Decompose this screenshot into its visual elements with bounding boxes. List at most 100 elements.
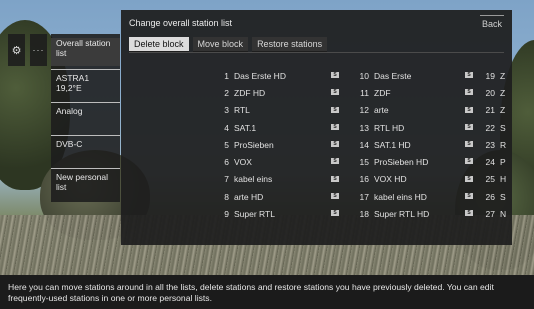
sidebar-item-astra1[interactable]: ASTRA1 19,2°E (51, 69, 120, 102)
station-number: 7 (224, 174, 229, 185)
gear-glyph: ⚙ (11, 44, 22, 57)
sidebar-item-dvb-c[interactable]: DVB-C (51, 135, 120, 168)
sidebar-item-new-personal-list[interactable]: New personal list (51, 168, 120, 202)
station-name: Z (500, 105, 506, 116)
station-name: Z (500, 87, 506, 98)
station-name: SAT.1 (234, 122, 257, 133)
scrambled-badge-icon: S (331, 72, 339, 78)
station-row[interactable]: 9 Super RTL S (221, 205, 339, 222)
station-row[interactable]: 14 SAT.1 HD S (357, 136, 473, 153)
scrambled-badge-icon: S (465, 175, 473, 182)
station-name: P (500, 157, 506, 168)
scrambled-badge-icon: S (465, 72, 473, 78)
station-row[interactable]: 20 Z (483, 84, 523, 101)
station-name: S (500, 191, 506, 202)
station-column-1: 1 Das Erste HD S 2 ZDF HD S 3 RTL S 4 SAT.1 S 5 ProSi… (221, 67, 339, 223)
scrambled-badge-icon: S (331, 123, 339, 130)
station-number: 24 (485, 157, 495, 168)
sidebar-item-label: Analog (56, 106, 83, 116)
station-number: 16 (359, 174, 369, 185)
station-number: 15 (359, 157, 369, 168)
scrambled-badge-icon: S (465, 193, 473, 200)
station-number: 17 (359, 191, 369, 202)
station-row[interactable]: 25 H (483, 171, 523, 188)
station-row[interactable]: 11 ZDF S (357, 84, 473, 101)
scrambled-badge-icon: S (465, 89, 473, 96)
scrambled-badge-icon: S (465, 210, 473, 217)
station-row[interactable]: 18 Super RTL HD S (357, 205, 473, 222)
scrambled-badge-icon: S (331, 106, 339, 113)
station-row[interactable]: 16 VOX HD S (357, 171, 473, 188)
station-number: 20 (485, 87, 495, 98)
station-number: 12 (359, 105, 369, 116)
back-button[interactable]: Back (479, 15, 504, 31)
station-row[interactable]: 8 arte HD S (221, 188, 339, 205)
station-name: ProSieben (234, 139, 274, 150)
station-row[interactable]: 13 RTL HD S (357, 119, 473, 136)
sidebar-item-label: ASTRA1 19,2°E (56, 73, 90, 93)
station-column-3: 19 Z 20 Z 21 Z 22 S 23 R 24 P 25 H 26 S 27 N (483, 67, 523, 223)
station-name: Das Erste HD (234, 70, 286, 81)
station-name: VOX (234, 157, 252, 168)
tab-move-block[interactable]: Move block (192, 37, 249, 52)
station-row[interactable]: 27 N (483, 205, 523, 222)
station-row[interactable]: 24 P (483, 153, 523, 170)
sidebar-item-analog[interactable]: Analog (51, 102, 120, 135)
station-name: ProSieben HD (374, 157, 429, 168)
station-row[interactable]: 3 RTL S (221, 102, 339, 119)
station-row[interactable]: 6 VOX S (221, 153, 339, 170)
station-number: 1 (224, 70, 229, 81)
gear-icon[interactable]: ⚙ (8, 34, 25, 66)
station-number: 8 (224, 191, 229, 202)
station-name: RTL (234, 105, 250, 116)
station-row[interactable]: 15 ProSieben HD S (357, 153, 473, 170)
station-row[interactable]: 21 Z (483, 102, 523, 119)
tab-restore-stations[interactable]: Restore stations (252, 37, 328, 52)
station-name: Super RTL HD (374, 209, 430, 220)
station-name: arte HD (234, 191, 264, 202)
station-number: 9 (224, 209, 229, 220)
station-row[interactable]: 2 ZDF HD S (221, 84, 339, 101)
station-name: Z (500, 70, 506, 81)
station-number: 4 (224, 122, 229, 133)
sidebar-item-label: New personal list (56, 172, 108, 192)
station-number: 25 (485, 174, 495, 185)
station-number: 3 (224, 105, 229, 116)
scrambled-badge-icon: S (331, 158, 339, 165)
station-number: 5 (224, 139, 229, 150)
station-row[interactable]: 7 kabel eins S (221, 171, 339, 188)
station-number: 13 (359, 122, 369, 133)
station-row[interactable]: 19 Z (483, 67, 523, 84)
dialog-title: Change overall station list (129, 18, 233, 28)
sidebar-item-label: Overall station list (56, 38, 111, 58)
station-name: kabel eins HD (374, 191, 427, 202)
station-name: ZDF HD (234, 87, 266, 98)
station-row[interactable]: 26 S (483, 188, 523, 205)
station-name: R (500, 139, 507, 150)
station-row[interactable]: 4 SAT.1 S (221, 119, 339, 136)
station-number: 22 (485, 122, 495, 133)
station-name: kabel eins (234, 174, 273, 185)
station-number: 14 (359, 139, 369, 150)
station-row[interactable]: 5 ProSieben S (221, 136, 339, 153)
station-name: H (500, 174, 507, 185)
station-row[interactable]: 17 kabel eins HD S (357, 188, 473, 205)
station-number: 11 (360, 87, 369, 98)
scrambled-badge-icon: S (465, 141, 473, 148)
station-list-sidebar: Overall station list ASTRA1 19,2°E Analo… (51, 34, 120, 202)
station-name: RTL HD (374, 122, 405, 133)
station-name: S (500, 122, 506, 133)
station-number: 27 (485, 209, 495, 220)
station-row[interactable]: 23 R (483, 136, 523, 153)
station-number: 18 (359, 209, 369, 220)
more-icon[interactable]: ··· (30, 34, 47, 66)
station-row[interactable]: 1 Das Erste HD S (221, 67, 339, 84)
tab-delete-block[interactable]: Delete block (129, 37, 189, 52)
station-row[interactable]: 22 S (483, 119, 523, 136)
sidebar-item-overall-station-list[interactable]: Overall station list (51, 38, 120, 66)
station-column-2: 10 Das Erste S 11 ZDF S 12 arte S 13 RTL HD S 14 SAT.… (357, 67, 473, 223)
scrambled-badge-icon: S (331, 175, 339, 182)
action-tabs: Delete block Move block Restore stations (129, 37, 328, 52)
station-row[interactable]: 10 Das Erste S (357, 67, 473, 84)
station-row[interactable]: 12 arte S (357, 102, 473, 119)
